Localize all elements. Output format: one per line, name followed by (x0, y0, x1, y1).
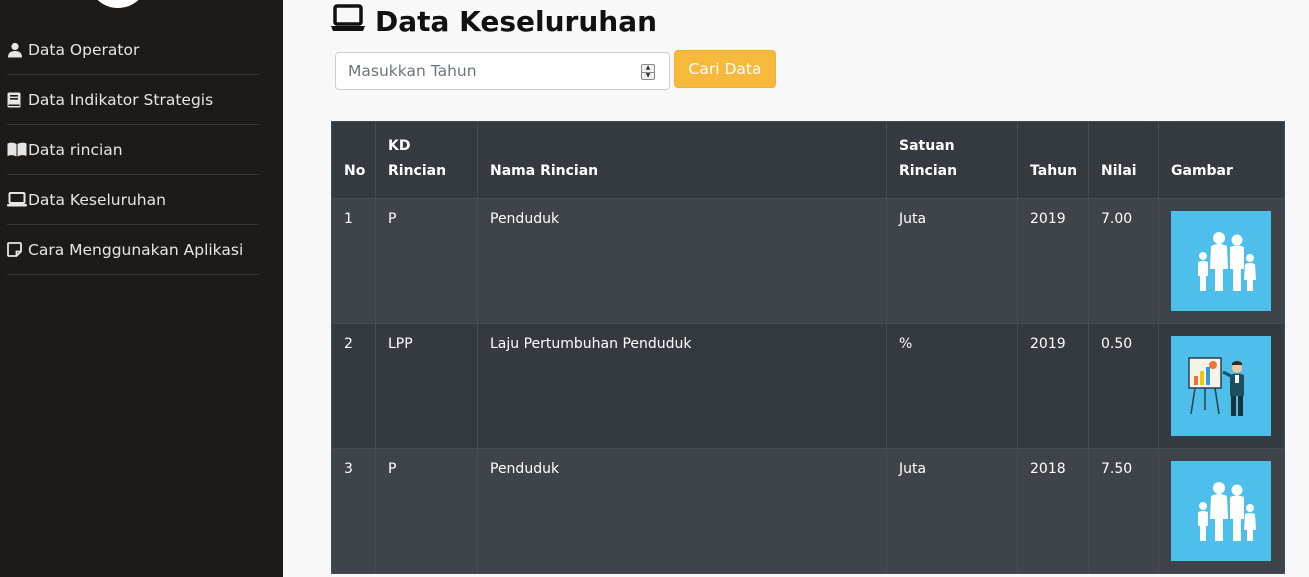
sidebar-item-data-operator[interactable]: Data Operator (7, 25, 259, 75)
cell-no: 3 (331, 448, 376, 574)
year-input[interactable] (336, 53, 669, 89)
column-header-no: No (331, 121, 376, 199)
column-header-gambar: Gambar (1158, 121, 1285, 199)
cell-nama-rincian: Laju Pertumbuhan Penduduk (477, 323, 887, 449)
family-illustration (1171, 461, 1271, 561)
column-header-tahun: Tahun (1017, 121, 1089, 199)
presentation-icon (1188, 357, 1244, 416)
sidebar-item-cara-menggunakan-aplikasi[interactable]: Cara Menggunakan Aplikasi (7, 225, 259, 275)
table-header-row: No KD Rincian Nama Rincian Satuan Rincian … (331, 121, 1285, 199)
cell-no: 2 (331, 323, 376, 449)
presentation-illustration (1171, 336, 1271, 436)
book-icon (7, 91, 27, 109)
search-button[interactable]: Cari Data (674, 50, 776, 88)
cell-kd-rincian: P (375, 448, 478, 574)
cell-nama-rincian: Penduduk (477, 448, 887, 574)
year-input-container: ▲ ▼ (335, 52, 670, 90)
cell-tahun: 2019 (1017, 198, 1089, 324)
cell-nilai: 7.50 (1088, 448, 1159, 574)
user-icon (7, 41, 27, 59)
cell-kd-rincian: LPP (375, 323, 478, 449)
table-row: 1 P Penduduk Juta 2019 7.00 (331, 198, 1285, 324)
table-row: 2 LPP Laju Pertumbuhan Penduduk % 2019 0… (331, 323, 1285, 449)
sidebar-item-label: Data Keseluruhan (28, 190, 166, 209)
cell-gambar (1158, 198, 1285, 324)
column-header-nilai: Nilai (1088, 121, 1159, 199)
cell-nilai: 0.50 (1088, 323, 1159, 449)
sidebar-item-data-keseluruhan[interactable]: Data Keseluruhan (7, 175, 259, 225)
cell-kd-rincian: P (375, 198, 478, 324)
table-row: 3 P Penduduk Juta 2018 7.50 (331, 448, 1285, 574)
family-illustration (1171, 211, 1271, 311)
laptop-icon (7, 191, 27, 209)
cell-satuan: Juta (886, 448, 1018, 574)
avatar (88, 0, 148, 8)
sidebar-item-label: Cara Menggunakan Aplikasi (28, 240, 244, 259)
sidebar-item-label: Data Indikator Strategis (28, 90, 214, 109)
laptop-icon (331, 4, 375, 39)
cell-nama-rincian: Penduduk (477, 198, 887, 324)
book-open-icon (7, 141, 27, 159)
column-header-satuan-rincian: Satuan Rincian (886, 121, 1018, 199)
cell-no: 1 (331, 198, 376, 324)
sidebar-item-label: Data rincian (28, 140, 123, 159)
family-icon (1198, 482, 1256, 541)
sidebar-item-data-rincian[interactable]: Data rincian (7, 125, 259, 175)
column-header-nama-rincian: Nama Rincian (477, 121, 887, 199)
cell-gambar (1158, 323, 1285, 449)
sidebar-nav: Data Operator Data Indikator Strategis D… (7, 25, 259, 275)
number-spinner[interactable]: ▲ ▼ (641, 64, 655, 80)
sidebar-item-data-indikator-strategis[interactable]: Data Indikator Strategis (7, 75, 259, 125)
sidebar: Data Operator Data Indikator Strategis D… (0, 0, 283, 577)
page-title-text: Data Keseluruhan (375, 5, 658, 38)
family-icon (1198, 232, 1256, 291)
cell-tahun: 2019 (1017, 323, 1089, 449)
page-title: Data Keseluruhan (331, 4, 657, 39)
cell-satuan: Juta (886, 198, 1018, 324)
cell-tahun: 2018 (1017, 448, 1089, 574)
data-table-container: No KD Rincian Nama Rincian Satuan Rincian … (331, 121, 1285, 574)
cell-satuan: % (886, 323, 1018, 449)
cell-nilai: 7.00 (1088, 198, 1159, 324)
column-header-kd-rincian: KD Rincian (375, 121, 478, 199)
sidebar-item-label: Data Operator (28, 40, 140, 59)
spinner-down-icon[interactable]: ▼ (642, 71, 654, 80)
sticky-note-icon (7, 241, 27, 259)
data-table: No KD Rincian Nama Rincian Satuan Rincian … (331, 121, 1285, 574)
cell-gambar (1158, 448, 1285, 574)
